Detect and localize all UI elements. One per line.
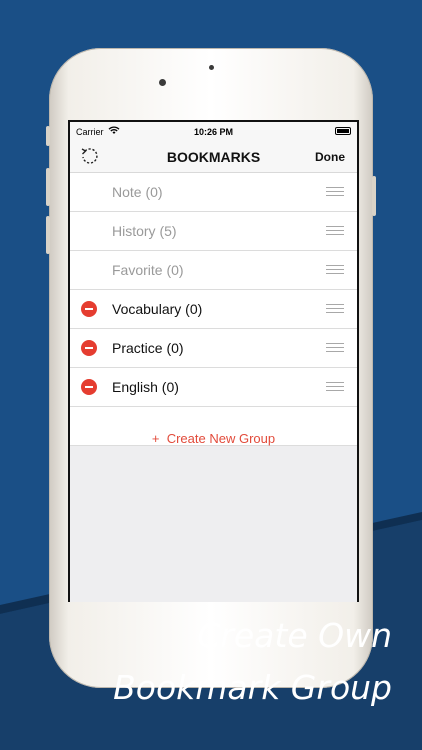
group-row-english[interactable]: English (0) (70, 368, 357, 407)
delete-icon[interactable] (81, 379, 97, 395)
group-label: Note (0) (112, 184, 163, 200)
group-label: Practice (0) (112, 340, 184, 356)
volume-down-button (46, 216, 50, 254)
delete-icon[interactable] (81, 340, 97, 356)
power-button (372, 176, 376, 216)
mute-switch (46, 126, 50, 146)
group-row-history[interactable]: History (5) (70, 212, 357, 251)
group-row-vocabulary[interactable]: Vocabulary (0) (70, 290, 357, 329)
status-time: 10:26 PM (193, 127, 234, 137)
reorder-handle-icon[interactable] (326, 226, 344, 236)
group-row-note[interactable]: Note (0) (70, 173, 357, 212)
status-bar: Carrier 10:26 PM (70, 122, 357, 142)
caption-line-1: Create Own (197, 616, 392, 655)
create-new-group-button[interactable]: + Create New Group (70, 407, 357, 446)
caption-line-2: Bookmark Group (113, 668, 392, 707)
bookmark-group-list: Note (0) History (5) Favorite (0) Vocabu… (70, 173, 357, 407)
create-new-group-label: + Create New Group (152, 419, 275, 446)
create-group-text: Create New Group (166, 431, 276, 446)
front-camera (159, 79, 166, 86)
done-button[interactable]: Done (315, 150, 345, 164)
plus-icon: + (151, 431, 160, 446)
group-label: History (5) (112, 223, 177, 239)
proximity-sensor (209, 65, 214, 70)
reorder-handle-icon[interactable] (326, 382, 344, 392)
delete-icon[interactable] (81, 301, 97, 317)
page-title: BOOKMARKS (166, 149, 261, 165)
group-label: English (0) (112, 379, 179, 395)
reorder-handle-icon[interactable] (326, 304, 344, 314)
volume-up-button (46, 168, 50, 206)
group-row-practice[interactable]: Practice (0) (70, 329, 357, 368)
group-label: Favorite (0) (112, 262, 184, 278)
reorder-handle-icon[interactable] (326, 265, 344, 275)
battery-icon (335, 127, 351, 135)
reorder-handle-icon[interactable] (326, 187, 344, 197)
group-label: Vocabulary (0) (112, 301, 203, 317)
group-row-favorite[interactable]: Favorite (0) (70, 251, 357, 290)
reorder-handle-icon[interactable] (326, 343, 344, 353)
phone-screen: Carrier 10:26 PM BOOKMARKS Done Note (0)… (68, 120, 359, 602)
navigation-bar: BOOKMARKS Done (70, 142, 357, 173)
